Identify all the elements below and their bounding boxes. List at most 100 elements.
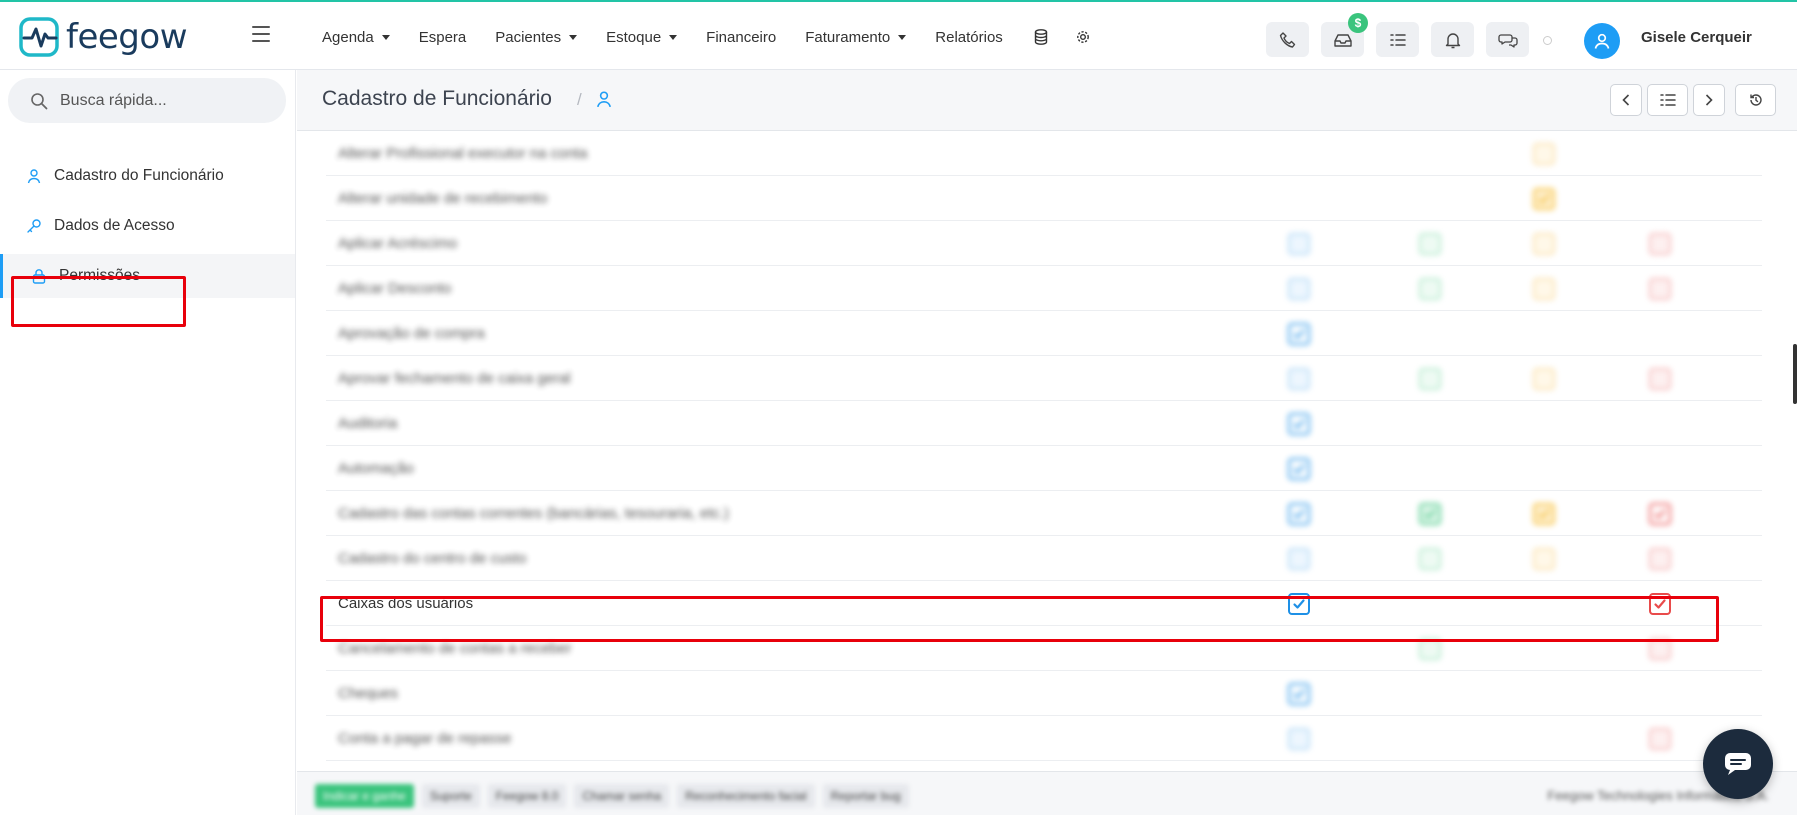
table-row: Aprovar fechamento de caixa geral [326, 356, 1762, 401]
gear-icon[interactable] [1074, 28, 1092, 46]
permission-checkbox[interactable] [1419, 368, 1441, 390]
table-row: Conta a pagar de repasse [326, 716, 1762, 761]
tasks-icon [1389, 33, 1406, 46]
permission-label: Aprovação de compra [338, 325, 485, 342]
permissions-table: Alterar Profissional executor na conta Al… [297, 131, 1797, 771]
check-icon [1293, 464, 1305, 474]
nav-relatorios[interactable]: Relatórios [935, 29, 1003, 46]
permission-checkbox[interactable] [1288, 278, 1310, 300]
permission-checkbox[interactable] [1649, 233, 1671, 255]
permission-checkbox[interactable] [1288, 413, 1310, 435]
inbox-button[interactable]: $ [1321, 13, 1368, 57]
nav-estoque[interactable]: Estoque [606, 29, 678, 46]
menu-toggle-icon[interactable] [252, 26, 270, 42]
permission-checkbox[interactable] [1288, 323, 1310, 345]
check-icon [1293, 419, 1305, 429]
permission-checkbox[interactable] [1288, 548, 1310, 570]
scrollbar-thumb[interactable] [1793, 344, 1797, 404]
permission-label: Cadastro das contas correntes (bancárias… [338, 505, 730, 522]
footer-button[interactable]: Reconhecimento facial [677, 784, 815, 808]
permission-checkbox[interactable] [1419, 503, 1441, 525]
permission-label: Automação [338, 460, 414, 477]
list-button[interactable] [1647, 84, 1688, 116]
chevron-left-icon [1622, 94, 1630, 106]
permission-checkbox[interactable] [1533, 233, 1555, 255]
database-icon[interactable] [1032, 28, 1050, 46]
nav-financeiro[interactable]: Financeiro [706, 29, 776, 46]
permission-checkbox[interactable] [1649, 638, 1671, 660]
search-icon [31, 92, 48, 109]
permission-checkbox[interactable] [1533, 278, 1555, 300]
lock-icon [32, 269, 46, 284]
key-icon [27, 219, 41, 233]
permission-checkbox[interactable] [1288, 728, 1310, 750]
sidebar-item-dados-acesso[interactable]: Dados de Acesso [0, 204, 295, 248]
permission-checkbox[interactable] [1533, 503, 1555, 525]
permission-checkbox[interactable] [1419, 278, 1441, 300]
avatar[interactable] [1584, 23, 1620, 59]
permission-checkbox[interactable] [1288, 503, 1310, 525]
permission-checkbox[interactable] [1288, 458, 1310, 480]
footer-button[interactable]: Suporte [421, 784, 480, 808]
nav-faturamento[interactable]: Faturamento [805, 29, 907, 46]
nav-agenda[interactable]: Agenda [322, 29, 390, 46]
footer: Indicar e ganhe Suporte Feegow 8.0 Chama… [297, 771, 1797, 815]
permission-checkbox[interactable] [1533, 368, 1555, 390]
history-button[interactable] [1735, 84, 1776, 116]
permission-checkbox[interactable] [1419, 548, 1441, 570]
footer-button[interactable]: Reportar bug [822, 784, 909, 808]
phone-button[interactable] [1266, 22, 1309, 57]
previous-button[interactable] [1610, 84, 1642, 116]
support-chat-button[interactable] [1703, 729, 1773, 799]
permission-checkbox[interactable] [1649, 368, 1671, 390]
sidebar-item-label: Permissões [59, 267, 140, 284]
permission-checkbox[interactable] [1419, 638, 1441, 660]
table-row: Aplicar Acréscimo [326, 221, 1762, 266]
notifications-button[interactable] [1431, 22, 1474, 57]
nav-pacientes[interactable]: Pacientes [495, 29, 578, 46]
search-input[interactable] [60, 91, 260, 110]
permission-label: Alterar Profissional executor na conta [338, 145, 588, 162]
quick-search [8, 78, 286, 123]
sidebar-item-permissoes[interactable]: Permissões [0, 254, 295, 298]
permission-checkbox[interactable] [1533, 188, 1555, 210]
user-name[interactable]: Gisele Cerqueir [1641, 29, 1752, 46]
table-row: Aplicar Desconto [326, 266, 1762, 311]
history-icon [1749, 94, 1762, 106]
permission-checkbox[interactable] [1419, 233, 1441, 255]
permission-checkbox[interactable] [1649, 548, 1671, 570]
chat-icon [1725, 753, 1751, 775]
feegow-logo[interactable]: feegow [18, 16, 188, 58]
permission-checkbox[interactable] [1288, 683, 1310, 705]
permission-checkbox[interactable] [1533, 548, 1555, 570]
footer-button[interactable]: Indicar e ganhe [315, 784, 414, 808]
permission-checkbox[interactable] [1288, 368, 1310, 390]
chevron-right-icon [1705, 94, 1713, 106]
permission-label: Aplicar Desconto [338, 280, 452, 297]
footer-button[interactable]: Feegow 8.0 [487, 784, 567, 808]
permission-checkbox[interactable] [1649, 593, 1671, 615]
permission-label: Auditoria [338, 415, 398, 432]
permission-checkbox[interactable] [1533, 143, 1555, 165]
chevron-down-icon [898, 34, 907, 40]
permission-label: Cadastro do centro de custo [338, 550, 527, 567]
list-icon [1659, 94, 1676, 106]
sidebar-item-label: Cadastro do Funcionário [54, 167, 224, 184]
permission-checkbox[interactable] [1288, 233, 1310, 255]
sidebar-item-cadastro[interactable]: Cadastro do Funcionário [0, 154, 295, 198]
permission-checkbox[interactable] [1649, 728, 1671, 750]
table-row: Cancelamento de contas a receber [326, 626, 1762, 671]
brand-name: feegow [66, 17, 188, 57]
permission-checkbox[interactable] [1649, 278, 1671, 300]
permission-checkbox[interactable] [1288, 593, 1310, 615]
table-row: Cadastro do centro de custo [326, 536, 1762, 581]
chat-button[interactable] [1486, 22, 1529, 57]
chat-icon [1497, 33, 1518, 48]
footer-button[interactable]: Chamar senha [574, 784, 670, 808]
tasks-button[interactable] [1376, 22, 1419, 57]
permission-checkbox[interactable] [1649, 503, 1671, 525]
check-icon [1424, 509, 1436, 519]
check-icon [1538, 194, 1550, 204]
next-button[interactable] [1693, 84, 1725, 116]
nav-espera[interactable]: Espera [419, 29, 467, 46]
